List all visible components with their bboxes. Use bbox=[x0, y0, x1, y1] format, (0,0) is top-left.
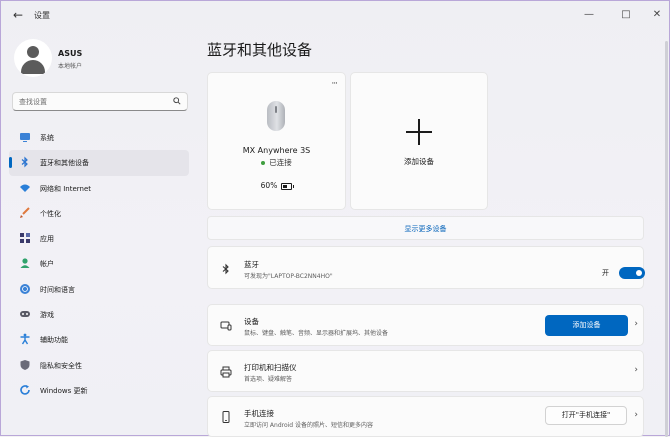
add-device-button[interactable]: 添加设备 bbox=[545, 315, 628, 336]
bluetooth-toggle[interactable] bbox=[619, 267, 645, 279]
sidebar-item-label: 网络和 Internet bbox=[40, 184, 92, 193]
shield-icon bbox=[20, 359, 30, 370]
printers-row[interactable]: 打印机和扫描仪 首选项、疑难解答 › bbox=[207, 350, 644, 392]
search-input[interactable]: 查找设置 bbox=[12, 92, 188, 111]
sidebar-item-accounts[interactable]: 帐户 bbox=[9, 251, 189, 276]
add-device-card-label: 添加设备 bbox=[404, 157, 434, 166]
search-icon bbox=[173, 97, 181, 105]
show-more-devices-button[interactable]: 显示更多设备 bbox=[207, 216, 644, 240]
bluetooth-toggle-label: 开 bbox=[602, 269, 609, 277]
sidebar-nav: 系统 蓝牙和其他设备 网络和 Internet 个性化 应用 帐户 时间和语言 bbox=[9, 125, 189, 403]
sidebar-item-personalization[interactable]: 个性化 bbox=[9, 201, 189, 226]
apps-icon bbox=[20, 233, 30, 244]
printer-icon bbox=[220, 366, 232, 378]
device-status-text: 已连接 bbox=[269, 158, 292, 167]
sidebar-item-privacy[interactable]: 隐私和安全性 bbox=[9, 353, 189, 378]
page-title: 蓝牙和其他设备 bbox=[207, 41, 313, 59]
search-placeholder: 查找设置 bbox=[19, 98, 47, 106]
bluetooth-icon bbox=[222, 263, 229, 275]
chevron-right-icon: › bbox=[634, 410, 638, 420]
brush-icon bbox=[20, 207, 30, 218]
devices-row[interactable]: 设备 鼠标、键盘、触笔、音频、显示器和扩展坞、其他设备 添加设备 › bbox=[207, 304, 644, 346]
profile-name: ASUS bbox=[58, 49, 83, 58]
sidebar-item-system[interactable]: 系统 bbox=[9, 125, 189, 150]
sidebar-item-label: Windows 更新 bbox=[40, 386, 88, 395]
connected-dot-icon bbox=[261, 161, 266, 165]
device-name: MX Anywhere 3S bbox=[242, 146, 311, 155]
bluetooth-icon bbox=[21, 156, 28, 168]
sidebar-item-gaming[interactable]: 游戏 bbox=[9, 302, 189, 327]
gamepad-icon bbox=[20, 311, 30, 318]
globe-clock-icon bbox=[20, 283, 30, 294]
profile-account-type: 本地帐户 bbox=[58, 63, 83, 70]
account-icon bbox=[20, 258, 30, 269]
printers-subtitle: 首选项、疑难解答 bbox=[244, 376, 293, 383]
system-icon bbox=[20, 133, 30, 142]
more-options-icon[interactable]: ··· bbox=[331, 79, 338, 89]
bluetooth-row: 蓝牙 可发现为"LAPTOP-BC2NN4HO" 开 bbox=[207, 246, 645, 289]
show-more-devices-label: 显示更多设备 bbox=[404, 225, 447, 233]
close-icon[interactable]: ✕ bbox=[648, 7, 666, 23]
device-card[interactable]: ··· MX Anywhere 3S 已连接 60% bbox=[207, 72, 346, 210]
sidebar-item-windows-update[interactable]: Windows 更新 bbox=[9, 378, 189, 403]
sidebar-item-label: 应用 bbox=[40, 235, 54, 244]
battery-icon bbox=[281, 182, 295, 190]
avatar-head bbox=[27, 46, 39, 58]
phone-link-subtitle: 立即访问 Android 设备的照片、短信和更多内容 bbox=[244, 422, 374, 429]
chevron-right-icon: › bbox=[634, 365, 638, 375]
scrollbar[interactable] bbox=[665, 41, 668, 437]
sidebar-item-label: 辅助功能 bbox=[40, 336, 68, 345]
sidebar-item-accessibility[interactable]: 辅助功能 bbox=[9, 327, 189, 352]
sidebar-item-label: 蓝牙和其他设备 bbox=[40, 159, 89, 168]
window-title: 设置 bbox=[34, 11, 50, 20]
sidebar-item-label: 隐私和安全性 bbox=[40, 361, 82, 370]
phone-icon bbox=[222, 411, 230, 423]
phone-link-title: 手机连接 bbox=[244, 409, 274, 418]
battery-percent: 60% bbox=[260, 181, 278, 190]
sidebar-item-apps[interactable]: 应用 bbox=[9, 226, 189, 251]
wifi-icon bbox=[20, 184, 30, 192]
add-device-card[interactable]: 添加设备 bbox=[350, 72, 488, 210]
sidebar-item-time-language[interactable]: 时间和语言 bbox=[9, 277, 189, 302]
bluetooth-subtitle: 可发现为"LAPTOP-BC2NN4HO" bbox=[244, 273, 333, 280]
devices-subtitle: 鼠标、键盘、触笔、音频、显示器和扩展坞、其他设备 bbox=[244, 330, 389, 337]
sidebar-item-label: 系统 bbox=[40, 134, 54, 142]
phone-link-row[interactable]: 手机连接 立即访问 Android 设备的照片、短信和更多内容 打开"手机连接"… bbox=[207, 396, 644, 437]
update-icon bbox=[20, 384, 30, 395]
sidebar-item-bluetooth[interactable]: 蓝牙和其他设备 bbox=[9, 150, 189, 176]
avatar[interactable] bbox=[14, 39, 52, 77]
devices-icon bbox=[220, 321, 232, 331]
open-phone-link-button[interactable]: 打开"手机连接" bbox=[545, 406, 627, 425]
sidebar-item-label: 个性化 bbox=[40, 209, 61, 218]
device-status: 已连接 bbox=[208, 157, 345, 168]
accessibility-icon bbox=[20, 333, 30, 345]
sidebar-item-label: 时间和语言 bbox=[40, 285, 75, 294]
settings-window: ← 设置 — □ ✕ ASUS 本地帐户 查找设置 系统 蓝牙和其他设备 网络和… bbox=[0, 0, 670, 437]
sidebar-item-label: 游戏 bbox=[40, 311, 54, 320]
devices-title: 设备 bbox=[244, 317, 259, 326]
title-bar: ← 设置 — □ ✕ bbox=[1, 1, 669, 31]
sidebar-item-network[interactable]: 网络和 Internet bbox=[9, 176, 189, 201]
avatar-body bbox=[21, 60, 45, 74]
maximize-icon[interactable]: □ bbox=[617, 7, 635, 23]
back-arrow-icon[interactable]: ← bbox=[11, 8, 25, 22]
device-battery: 60% bbox=[208, 181, 345, 190]
mouse-icon bbox=[267, 101, 285, 131]
plus-icon bbox=[406, 119, 432, 145]
chevron-right-icon: › bbox=[634, 319, 638, 329]
bluetooth-title: 蓝牙 bbox=[244, 260, 259, 269]
printers-title: 打印机和扫描仪 bbox=[244, 363, 297, 372]
sidebar-item-label: 帐户 bbox=[40, 260, 54, 269]
minimize-icon[interactable]: — bbox=[580, 7, 598, 23]
